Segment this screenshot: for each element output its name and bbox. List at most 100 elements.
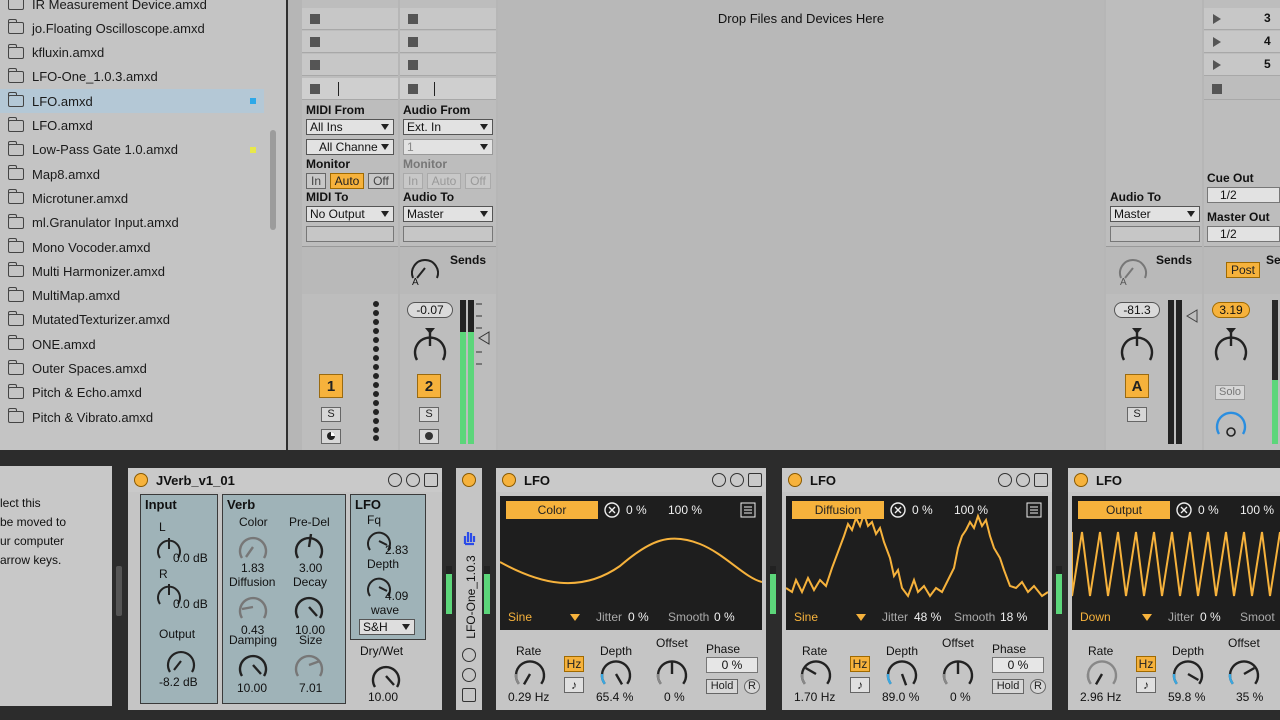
post-button[interactable]: Post [1226,262,1260,278]
depth-knob[interactable] [884,656,920,692]
midi-channel-select[interactable]: All Channe [306,139,394,155]
offset-knob[interactable] [940,656,976,692]
master-solo-button[interactable]: Solo [1215,385,1245,400]
arm-button[interactable] [321,429,341,444]
device-save-icon[interactable] [424,473,438,487]
lfo-display[interactable]: Output 0 % 100 % Down Jitter 0 % Smoot [1072,496,1280,630]
sync-note-button[interactable]: ♪ [1136,677,1156,693]
solo-button[interactable]: S [419,407,439,422]
device-power-button[interactable] [462,473,476,487]
audio-to-select[interactable]: Master [403,206,493,222]
clip-slot[interactable] [302,8,398,30]
browser-item[interactable]: jo.Floating Oscilloscope.amxd [0,16,264,40]
audio-to-channel[interactable] [403,226,493,242]
browser-item[interactable]: Map8.amxd [0,162,264,186]
browser-item[interactable]: LFO.amxd [0,114,264,138]
smooth-value[interactable]: 0 % [714,610,735,624]
jitter-value[interactable]: 48 % [914,610,941,624]
audio-from-select[interactable]: Ext. In [403,119,493,135]
browser-item[interactable]: Multi Harmonizer.amxd [0,259,264,283]
hold-button[interactable]: Hold [992,679,1024,694]
offset-knob[interactable] [1226,656,1262,692]
color-knob[interactable] [235,529,271,565]
offset-knob[interactable] [654,656,690,692]
device-edit-icon[interactable] [462,668,476,682]
clip-slot[interactable] [400,8,496,30]
browser-item[interactable]: Mono Vocoder.amxd [0,235,264,259]
audio-channel-select[interactable]: 1 [403,139,493,155]
return-activator-button[interactable]: A [1125,374,1149,398]
clip-stop-slot[interactable] [302,78,398,100]
smooth-value[interactable]: 18 % [1000,610,1027,624]
waveform-select[interactable]: Sine [794,610,818,624]
arm-button[interactable] [419,429,439,444]
browser-item[interactable]: ONE.amxd [0,332,264,356]
decay-knob[interactable] [291,589,327,625]
browser-item[interactable]: LFO.amxd [0,89,264,114]
master-pan-knob[interactable] [1211,326,1251,368]
lfo-wave-select[interactable]: S&H [359,619,415,635]
sync-note-button[interactable]: ♪ [850,677,870,693]
monitor-auto-button[interactable]: Auto [330,173,364,189]
monitor-in-button[interactable]: In [403,173,423,189]
pre-delay-knob[interactable] [291,529,327,565]
diffusion-knob[interactable] [235,589,271,625]
rate-knob[interactable] [798,656,834,692]
device-fold-icon[interactable] [712,473,726,487]
device-edit-icon[interactable] [406,473,420,487]
monitor-off-button[interactable]: Off [368,173,394,189]
depth-knob[interactable] [1170,656,1206,692]
clip-slot[interactable] [302,54,398,76]
browser-item[interactable]: LFO-One_1.0.3.amxd [0,65,264,89]
device-scrollbar[interactable] [116,566,122,616]
browser-item[interactable]: kfluxin.amxd [0,41,264,65]
cue-volume-knob[interactable] [1213,406,1249,442]
browser-item[interactable]: Microtuner.amxd [0,186,264,210]
hold-button[interactable]: Hold [706,679,738,694]
return-solo-button[interactable]: S [1127,407,1147,422]
monitor-auto-button[interactable]: Auto [427,173,461,189]
device-save-icon[interactable] [1034,473,1048,487]
return-pan-knob[interactable] [1117,326,1157,368]
output-knob[interactable] [163,643,199,679]
waveform-select[interactable]: Sine [508,610,532,624]
device-fold-icon[interactable] [998,473,1012,487]
browser-scrollbar[interactable] [270,130,276,230]
browser-item[interactable]: Low-Pass Gate 1.0.amxd [0,138,264,162]
return-audio-to-select[interactable]: Master [1110,206,1200,222]
device-power-button[interactable] [134,473,148,487]
master-out-select[interactable]: 1/2 [1207,226,1280,242]
rate-knob[interactable] [1084,656,1120,692]
waveform-select[interactable]: Down [1080,610,1111,624]
depth-knob[interactable] [598,656,634,692]
midi-to-select[interactable]: No Output [306,206,394,222]
device-save-icon[interactable] [748,473,762,487]
retrigger-button[interactable]: R [1030,679,1046,694]
phase-value[interactable]: 0 % [992,657,1044,673]
damping-knob[interactable] [235,647,271,683]
cue-out-select[interactable]: 1/2 [1207,187,1280,203]
browser-item[interactable]: MultiMap.amxd [0,284,264,308]
clip-slot[interactable] [400,54,496,76]
hz-button[interactable]: Hz [850,656,870,672]
sync-note-button[interactable]: ♪ [564,677,584,693]
midi-to-channel[interactable] [306,226,394,242]
monitor-off-button[interactable]: Off [465,173,491,189]
phase-value[interactable]: 0 % [706,657,758,673]
browser-item[interactable]: Pitch & Vibrato.amxd [0,405,264,429]
browser-item[interactable]: ml.Granulator Input.amxd [0,211,264,235]
device-power-button[interactable] [502,473,516,487]
hz-button[interactable]: Hz [1136,656,1156,672]
rate-knob[interactable] [512,656,548,692]
dry-wet-knob[interactable] [368,658,404,694]
size-knob[interactable] [291,647,327,683]
device-power-button[interactable] [788,473,802,487]
browser-item[interactable]: IR Measurement Device.amxd [0,0,264,16]
device-power-button[interactable] [1074,473,1088,487]
browser-item[interactable]: Pitch & Echo.amxd [0,381,264,405]
lfo-display[interactable]: Diffusion 0 % 100 % Sine Jitter 48 % Smooth 18 … [786,496,1048,630]
track-activator-button[interactable]: 1 [319,374,343,398]
clip-slot[interactable] [302,31,398,53]
volume-value[interactable]: -0.07 [407,302,453,318]
jitter-value[interactable]: 0 % [628,610,649,624]
